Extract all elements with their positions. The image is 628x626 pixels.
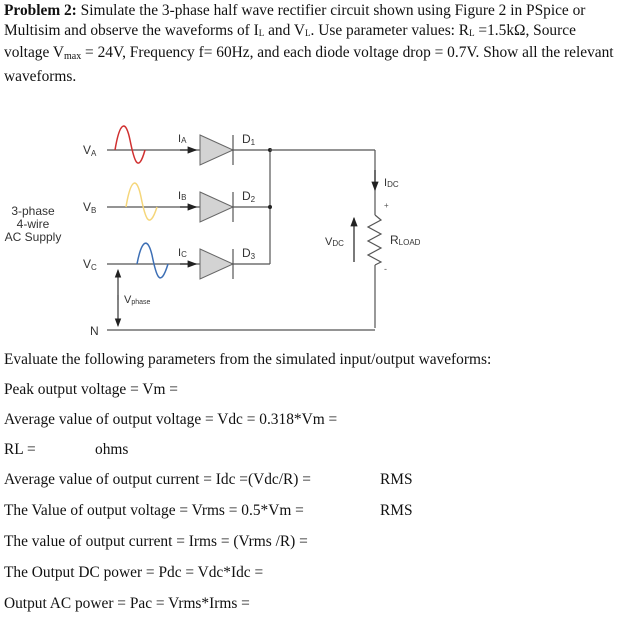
svg-text:-: -	[384, 264, 387, 274]
svg-text:RLOAD: RLOAD	[390, 233, 421, 247]
problem-label: Problem 2:	[4, 2, 77, 19]
phase-a: VA IA D1	[83, 125, 270, 166]
svg-text:VC: VC	[83, 257, 97, 272]
eval-line-avg-voltage: Average value of output voltage = Vdc = …	[4, 411, 338, 428]
rms-label-1: RMS	[380, 471, 413, 488]
phase-b: VB IB D2	[83, 182, 270, 223]
svg-text:VDC: VDC	[325, 236, 344, 248]
diode-d2-icon	[199, 191, 235, 223]
eval-line-rl: RL =	[4, 441, 36, 458]
svg-text:N: N	[90, 324, 99, 338]
rms-label-2: RMS	[380, 502, 413, 519]
sine-wave-c-icon	[136, 242, 169, 279]
eval-line-ac-power: Output AC power = Pac = Vrms*Irms =	[4, 595, 250, 612]
svg-text:VB: VB	[83, 200, 96, 215]
supply-label-line-3: AC Supply	[5, 230, 62, 244]
svg-text:+: +	[384, 201, 389, 210]
svg-text:IA: IA	[178, 133, 187, 145]
svg-text:VA: VA	[83, 143, 97, 158]
eval-line-avg-current: Average value of output current = Idc =(…	[4, 471, 311, 488]
svg-text:IDC: IDC	[384, 177, 399, 189]
eval-line-rms-current: The value of output current = Irms = (Vr…	[4, 533, 308, 550]
supply-label-line-1: 3-phase	[11, 204, 55, 218]
ohms-label: ohms	[95, 441, 129, 458]
diode-d1-icon	[199, 134, 235, 166]
svg-text:D3: D3	[242, 246, 256, 261]
svg-text:IC: IC	[178, 247, 187, 259]
sine-wave-b-icon	[125, 182, 158, 221]
svg-text:IB: IB	[178, 190, 186, 202]
evaluate-heading: Evaluate the following parameters from t…	[4, 351, 492, 368]
svg-text:Vphase: Vphase	[124, 294, 151, 306]
eval-line-rms-voltage: The Value of output voltage = Vrms = 0.5…	[4, 502, 304, 519]
svg-text:D2: D2	[242, 189, 256, 204]
problem-statement: Problem 2: Simulate the 3-phase half wav…	[4, 2, 614, 85]
eval-line-peak-voltage: Peak output voltage = Vm =	[4, 381, 178, 398]
supply-label-line-2: 4-wire	[17, 217, 50, 231]
diode-d3-icon	[199, 248, 235, 280]
rectifier-circuit-diagram: 3-phase 4-wire AC Supply VA IA D1 VB IB …	[5, 125, 421, 338]
svg-text:D1: D1	[242, 132, 256, 147]
sine-wave-a-icon	[114, 125, 146, 164]
eval-line-dc-power: The Output DC power = Pdc = Vdc*Idc =	[4, 564, 264, 581]
phase-c: VC IC D3	[83, 242, 270, 280]
